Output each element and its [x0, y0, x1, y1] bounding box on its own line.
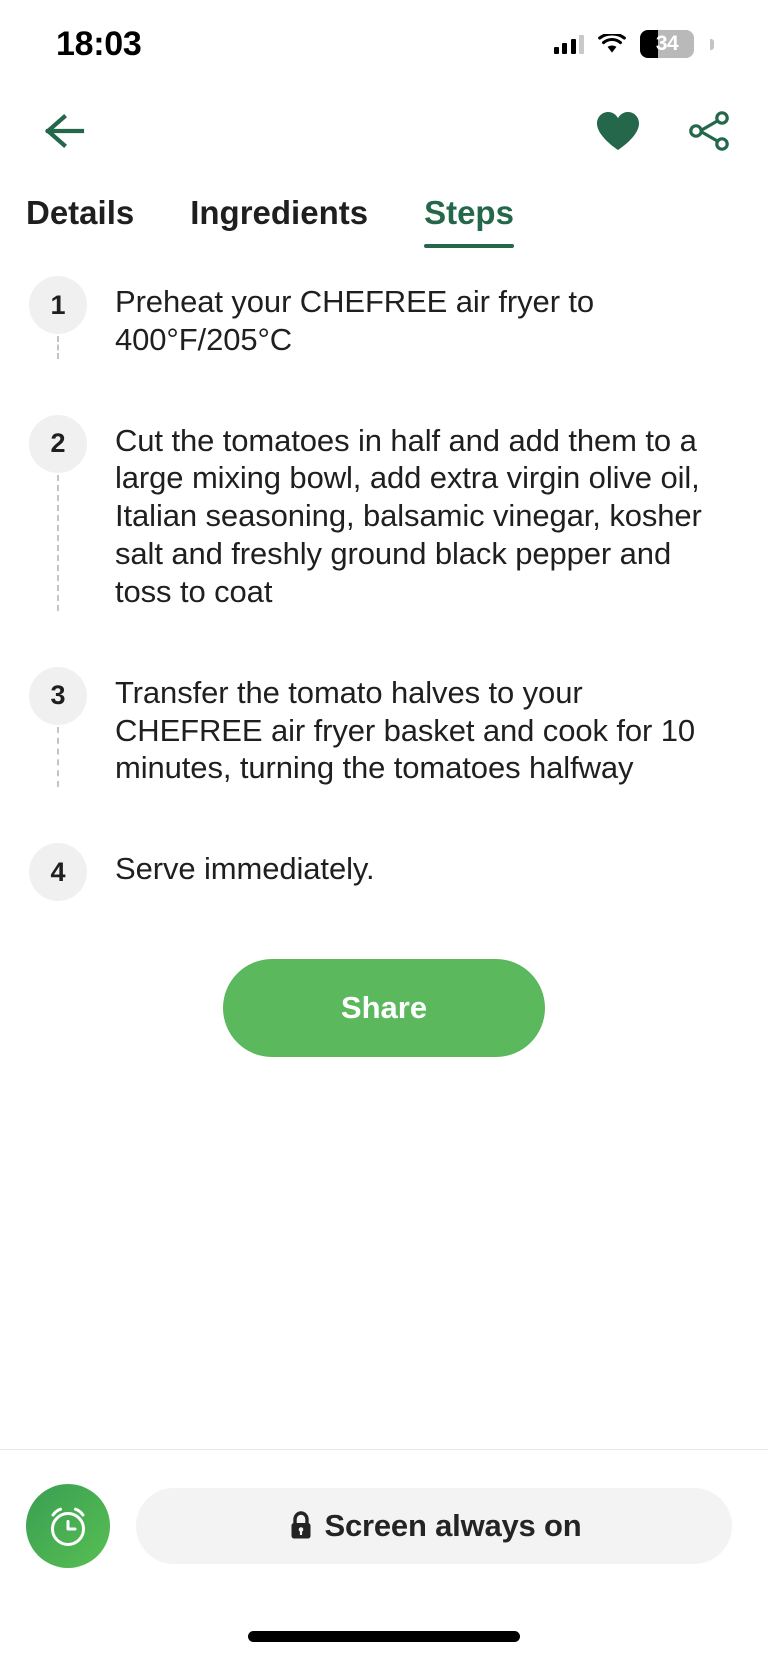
step-connector-line	[57, 726, 59, 788]
tab-bar: Details Ingredients Steps	[0, 174, 768, 248]
share-nodes-icon	[689, 111, 729, 151]
tab-details-label: Details	[26, 194, 135, 231]
step-item: 2 Cut the tomatoes in half and add them …	[0, 414, 768, 611]
step-item: 1 Preheat your CHEFREE air fryer to 400°…	[0, 276, 768, 359]
step-spacer	[0, 787, 768, 843]
step-connector-line	[57, 336, 59, 359]
step-marker: 3	[29, 666, 87, 788]
steps-list: 1 Preheat your CHEFREE air fryer to 400°…	[0, 240, 768, 902]
step-number-badge: 2	[29, 414, 87, 473]
tab-details[interactable]: Details	[26, 194, 134, 240]
status-indicators: 34	[553, 30, 714, 58]
step-marker: 2	[29, 414, 87, 611]
step-marker: 4	[29, 843, 87, 902]
back-arrow-icon	[44, 114, 85, 148]
tab-steps[interactable]: Steps	[424, 194, 514, 248]
step-text: Serve immediately.	[115, 851, 375, 887]
lock-icon	[291, 1511, 310, 1539]
step-spacer	[0, 611, 768, 667]
battery-percent: 34	[655, 32, 679, 55]
favorite-button[interactable]	[594, 109, 642, 153]
bottom-bar-row: Screen always on	[26, 1484, 732, 1568]
heart-icon	[597, 112, 639, 150]
step-text: Preheat your CHEFREE air fryer to 400°F/…	[115, 284, 595, 357]
share-button[interactable]: Share	[223, 959, 545, 1058]
back-button[interactable]	[30, 109, 88, 153]
step-number-badge: 3	[29, 666, 87, 725]
nav-actions	[594, 107, 732, 155]
step-number-badge: 1	[29, 276, 87, 334]
step-item: 4 Serve immediately.	[0, 843, 768, 902]
share-button-container: Share	[0, 959, 768, 1058]
battery-nub-icon	[710, 38, 714, 50]
home-indicator	[248, 1631, 520, 1642]
nav-bar	[0, 88, 768, 174]
wifi-icon	[598, 34, 626, 53]
alarm-clock-icon	[51, 1507, 85, 1546]
alarm-timer-button[interactable]	[26, 1484, 110, 1568]
tab-ingredients-label: Ingredients	[190, 194, 369, 231]
screen-always-on-label: Screen always on	[324, 1508, 582, 1543]
step-connector-line	[57, 474, 59, 611]
status-bar: 18:03 34	[0, 0, 768, 88]
screen-always-on-toggle[interactable]: Screen always on	[136, 1488, 732, 1564]
step-text: Cut the tomatoes in half and add them to…	[115, 422, 702, 609]
status-time: 18:03	[56, 24, 142, 63]
cellular-signal-icon	[553, 34, 584, 54]
tab-ingredients[interactable]: Ingredients	[190, 194, 368, 240]
step-spacer	[0, 359, 768, 415]
step-number-badge: 4	[29, 843, 87, 902]
battery-icon: 34	[640, 30, 694, 58]
step-marker: 1	[29, 276, 87, 359]
step-text: Transfer the tomato halves to your CHEFR…	[115, 674, 696, 786]
tab-steps-label: Steps	[424, 194, 514, 231]
step-item: 3 Transfer the tomato halves to your CHE…	[0, 666, 768, 788]
bottom-bar: Screen always on	[0, 1449, 768, 1662]
share-button-nav[interactable]	[684, 107, 732, 155]
